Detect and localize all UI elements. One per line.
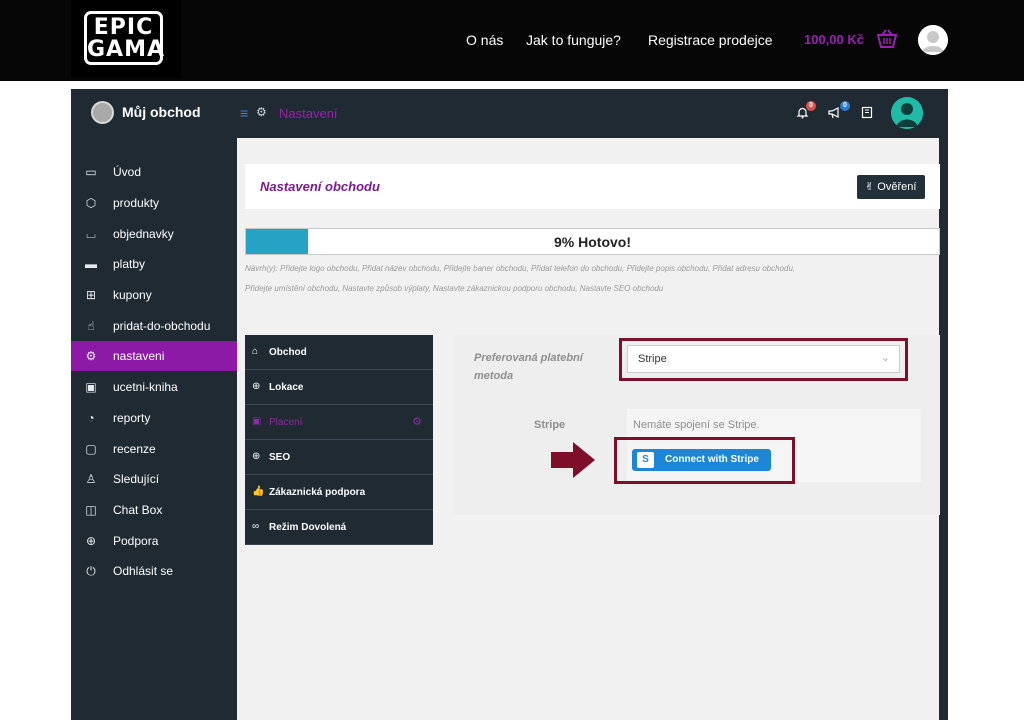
sidebar-item-label: Chat Box	[113, 503, 163, 517]
sidebar-item-label: platby	[113, 257, 146, 271]
nav-link-about[interactable]: O nás	[466, 32, 503, 48]
tab-label: SEO	[269, 452, 291, 463]
bag-icon: ⌂	[252, 346, 259, 357]
cart-icon: ⌴	[86, 227, 96, 241]
page-title: Nastavení obchodu	[260, 179, 380, 194]
sidebar-item-reporty[interactable]: ◔ reporty	[71, 403, 237, 433]
tab-label: Obchod	[269, 347, 307, 358]
tab-label: Placení	[269, 417, 303, 428]
settings-gear-icon: ⚙	[412, 416, 422, 428]
gears-icon: ⚙	[85, 349, 97, 363]
logo-line-1: EPIC	[93, 15, 154, 40]
verify-button-label: Ověření	[877, 181, 917, 193]
notifications-badge: 0	[806, 101, 816, 111]
sidebar-item-label: objednavky	[113, 227, 174, 241]
sidebar-item-nastaveni[interactable]: ⚙ nastaveni	[71, 341, 237, 371]
chart-pie-icon: ◔	[87, 411, 95, 425]
tab-zakaznicka-podpora[interactable]: 👍 Zákaznická podpora	[245, 475, 433, 510]
sidebar-item-label: produkty	[113, 196, 160, 210]
sidebar-item-sledujici[interactable]: ♙ Sledující	[71, 464, 237, 494]
pointer-icon: ☝	[87, 319, 95, 333]
sidebar-item-label: Sledující	[113, 472, 160, 486]
tab-rezim-dovolena[interactable]: ∞ Režim Dovolená	[245, 510, 433, 545]
thumbs-up-icon: 👍	[252, 486, 265, 497]
suggestions-text: Návrh(y): Přidejte logo obchodu, Přidat …	[245, 264, 796, 293]
globe-icon: ⊕	[252, 381, 261, 392]
site-header: EPIC GAMA O nás Jak to funguje? Registra…	[0, 0, 1024, 81]
sidebar-item-pridat-do-obchodu[interactable]: ☝ pridat-do-obchodu	[71, 311, 237, 341]
power-icon: ⏻	[86, 564, 96, 578]
announcements-badge: 0	[840, 101, 850, 111]
dashboard-edge	[939, 138, 948, 720]
right-arrow-icon	[551, 442, 595, 483]
highlight-box-select	[619, 338, 908, 381]
user-avatar[interactable]	[918, 25, 948, 55]
progress-label: 9% Hotovo!	[554, 234, 631, 250]
sidebar-item-kupony[interactable]: ⊞ kupony	[71, 280, 237, 310]
sidebar-item-label: Podpora	[113, 534, 159, 548]
store-avatar[interactable]	[91, 101, 114, 124]
globe-icon: ⊕	[252, 451, 261, 462]
hamburger-icon[interactable]: ≡	[240, 105, 248, 121]
money-icon: ▣	[252, 416, 262, 427]
sidebar-item-label: kupony	[113, 288, 152, 302]
settings-header-card: Nastavení obchodu ✌ Ověření	[245, 164, 940, 209]
site-logo[interactable]: EPIC GAMA	[71, 0, 181, 78]
chat-icon: ◫	[85, 503, 97, 517]
verify-button[interactable]: ✌ Ověření	[857, 175, 925, 199]
money-icon: ▣	[85, 380, 97, 394]
sidebar-item-uvod[interactable]: ▭ Úvod	[71, 157, 237, 187]
stripe-label: Stripe	[534, 419, 566, 431]
cart-amount[interactable]: 100,00 Kč	[804, 32, 864, 47]
support-icon: ⊕	[85, 534, 97, 548]
sidebar-item-label: Odhlásit se	[113, 564, 174, 578]
sidebar-item-odhlasit-se[interactable]: ⏻ Odhlásit se	[71, 556, 237, 586]
sidebar-item-platby[interactable]: ▬ platby	[71, 249, 237, 279]
nav-link-how-it-works[interactable]: Jak to funguje?	[526, 32, 621, 48]
comment-icon: ▢	[85, 442, 97, 456]
profile-avatar[interactable]	[891, 97, 923, 129]
credit-card-icon: ▬	[85, 257, 97, 271]
tab-lokace[interactable]: ⊕ Lokace	[245, 370, 433, 405]
sidebar-item-objednavky[interactable]: ⌴ objednavky	[71, 219, 237, 249]
sidebar-item-ucetni-kniha[interactable]: ▣ ucetni-kniha	[71, 372, 237, 402]
tab-label: Zákaznická podpora	[269, 487, 366, 498]
book-icon[interactable]	[861, 106, 873, 122]
tab-label: Lokace	[269, 382, 304, 393]
vacation-icon: ∞	[252, 521, 260, 532]
tab-seo[interactable]: ⊕ SEO	[245, 440, 433, 475]
sidebar-item-label: ucetni-kniha	[113, 380, 178, 394]
settings-tab-list: ⌂ Obchod ⊕ Lokace ▣ Placení ⚙ ⊕ SEO 👍 Zá…	[245, 335, 433, 545]
gears-icon: ⚙	[256, 105, 267, 119]
sidebar-item-label: recenze	[113, 442, 156, 456]
nav-link-seller-registration[interactable]: Registrace prodejce	[648, 32, 773, 48]
tab-label: Režim Dovolená	[269, 522, 347, 533]
sidebar-item-label: Úvod	[113, 165, 142, 179]
badge-icon: ✌	[865, 181, 875, 193]
sidebar-item-label: nastaveni	[113, 349, 165, 363]
sidebar-item-label: pridat-do-obchodu	[113, 319, 211, 333]
logo-line-2: GAMA	[87, 37, 166, 62]
basket-icon[interactable]	[876, 28, 898, 55]
sidebar-item-chat-box[interactable]: ◫ Chat Box	[71, 495, 237, 525]
store-name[interactable]: Můj obchod	[122, 104, 201, 120]
gift-icon: ⊞	[85, 288, 97, 302]
sidebar-item-podpora[interactable]: ⊕ Podpora	[71, 526, 237, 556]
breadcrumb: Nastavení	[279, 106, 338, 121]
preferred-payment-label: Preferovaná platební metoda	[474, 352, 583, 382]
box-icon: ⬡	[85, 196, 97, 210]
stripe-status: Nemáte spojení se Stripe.	[633, 419, 760, 431]
monitor-icon: ▭	[85, 165, 97, 179]
sidebar-item-produkty[interactable]: ⬡ produkty	[71, 188, 237, 218]
sidebar-item-recenze[interactable]: ▢ recenze	[71, 434, 237, 464]
logo-mark: EPIC GAMA	[84, 11, 166, 65]
sidebar-item-label: reporty	[113, 411, 151, 425]
highlight-box-connect	[614, 437, 795, 484]
tab-placeni[interactable]: ▣ Placení ⚙	[245, 405, 433, 440]
shirt-icon: ♙	[85, 472, 97, 486]
tab-obchod[interactable]: ⌂ Obchod	[245, 335, 433, 370]
completion-progress-bar: 9% Hotovo!	[245, 228, 940, 255]
